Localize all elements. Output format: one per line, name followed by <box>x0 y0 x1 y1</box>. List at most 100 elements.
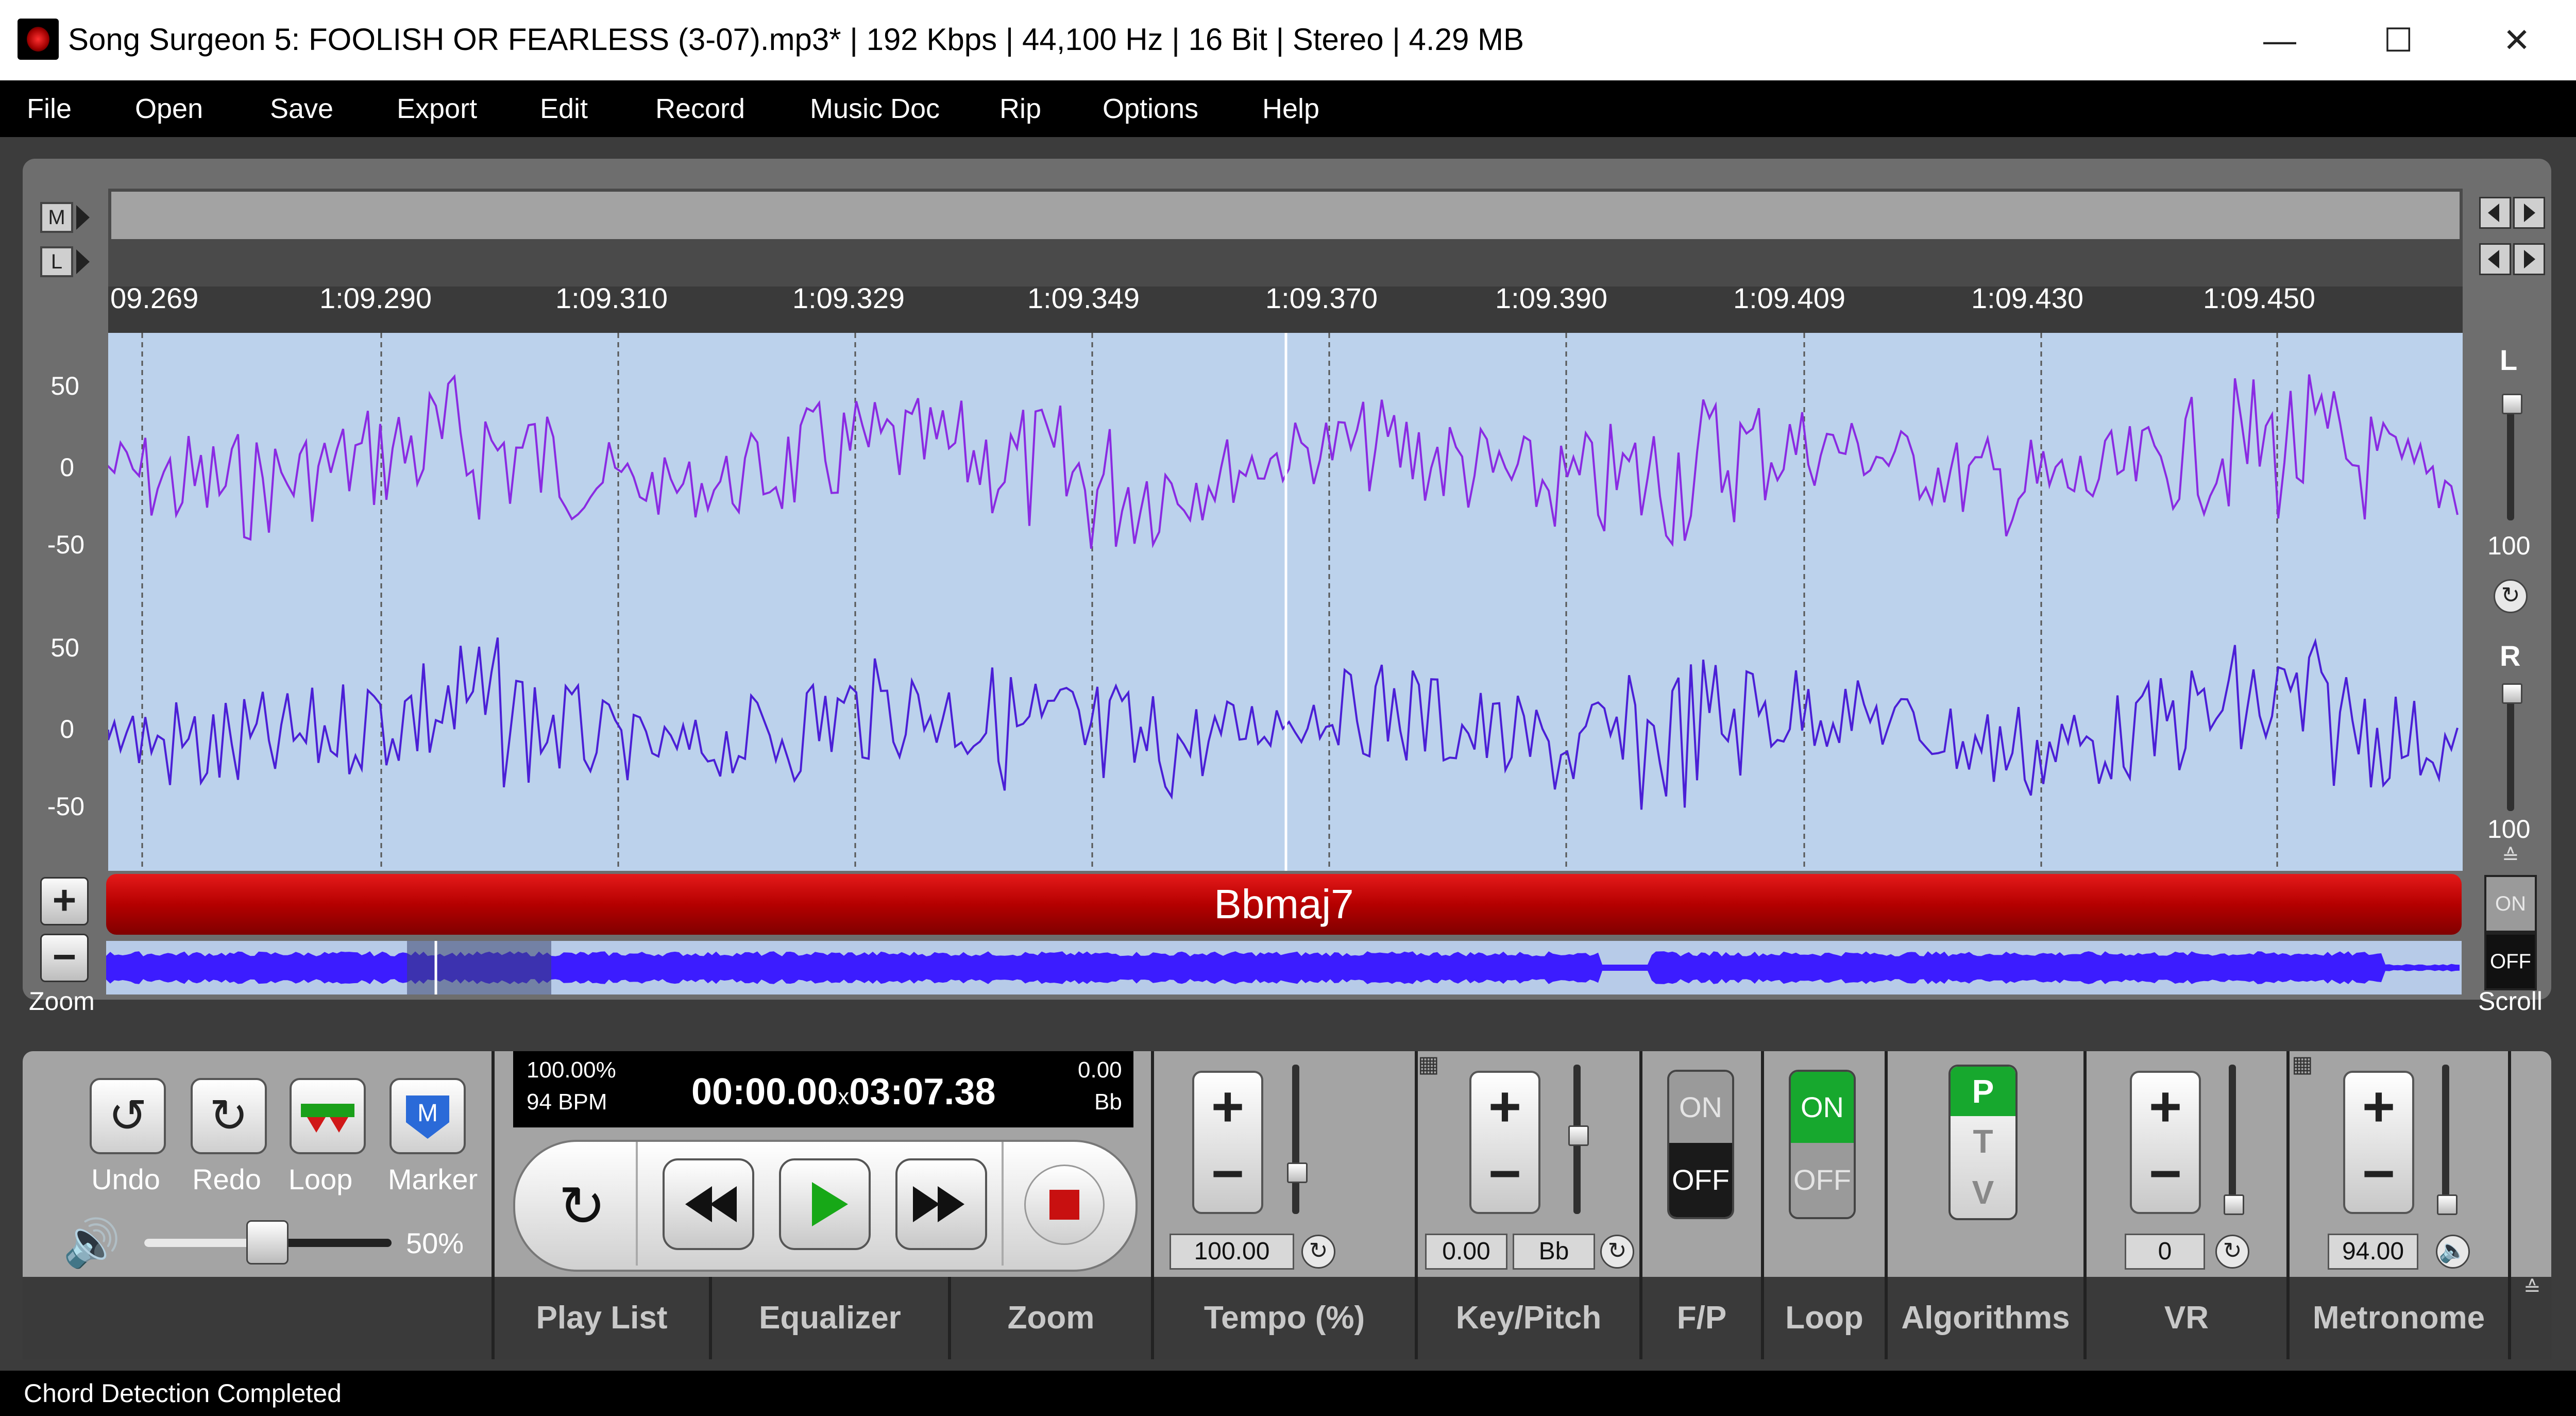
scroll-right-button[interactable] <box>2513 197 2545 229</box>
scroll-left-button[interactable] <box>2479 197 2511 229</box>
loop-toggle[interactable]: ON OFF <box>1789 1070 1856 1219</box>
song-overview[interactable] <box>106 941 2462 994</box>
metronome-slider-knob[interactable] <box>2437 1194 2458 1215</box>
tab-zoom[interactable]: Zoom <box>951 1277 1151 1359</box>
metronome-value[interactable]: 94.00 <box>2328 1234 2418 1270</box>
metronome-minus-icon[interactable]: − <box>2345 1141 2412 1206</box>
menu-save[interactable]: Save <box>270 80 333 137</box>
tab-fp[interactable]: F/P <box>1642 1277 1761 1359</box>
right-channel-slider-knob[interactable] <box>2502 683 2522 704</box>
vr-stepper[interactable]: + − <box>2130 1071 2201 1214</box>
marker-track[interactable] <box>108 189 2463 242</box>
menu-music-doc[interactable]: Music Doc <box>810 80 940 137</box>
menu-open[interactable]: Open <box>135 80 203 137</box>
vr-value[interactable]: 0 <box>2125 1234 2205 1270</box>
tab-tempo[interactable]: Tempo (%) <box>1154 1277 1415 1359</box>
loop-button[interactable] <box>290 1078 366 1154</box>
tab-loop[interactable]: Loop <box>1764 1277 1885 1359</box>
loop-track-button[interactable]: L <box>40 246 73 277</box>
waveform-graph[interactable] <box>108 333 2463 871</box>
menu-options[interactable]: Options <box>1103 80 1198 137</box>
zoom-in-button[interactable]: + <box>40 877 89 925</box>
key-reset-icon[interactable]: ↻ <box>1600 1235 1634 1269</box>
tempo-minus-icon[interactable]: − <box>1194 1141 1261 1206</box>
metronome-slider-track[interactable] <box>2442 1065 2449 1214</box>
pitch-value[interactable]: 0.00 <box>1425 1234 1507 1270</box>
vr-slider-track[interactable] <box>2229 1065 2236 1214</box>
metronome-link-icon[interactable]: ▦ <box>2292 1051 2313 1082</box>
total-duration: 03:07.38 <box>849 1071 996 1112</box>
tab-play-list[interactable]: Play List <box>495 1277 709 1359</box>
collapse-panel-icon[interactable]: ≙ <box>2523 1277 2544 1308</box>
menu-export[interactable]: Export <box>397 80 477 137</box>
loop-on[interactable]: ON <box>1791 1072 1854 1143</box>
metronome-stepper[interactable]: + − <box>2343 1071 2414 1214</box>
left-channel-label: L <box>2500 344 2518 376</box>
algorithm-t[interactable]: T <box>1951 1116 2015 1167</box>
channel-reset-icon[interactable]: ↻ <box>2494 579 2528 613</box>
vr-minus-icon[interactable]: − <box>2132 1141 2199 1206</box>
fast-forward-button[interactable] <box>895 1158 987 1250</box>
redo-button[interactable]: ↻ <box>191 1078 267 1154</box>
play-button[interactable] <box>779 1158 871 1250</box>
rewind-button[interactable] <box>663 1158 754 1250</box>
zoom-out-button[interactable]: − <box>40 934 89 982</box>
close-icon[interactable]: ✕ <box>2488 15 2545 65</box>
undo-button[interactable]: ↺ <box>90 1078 166 1154</box>
key-slider-knob[interactable] <box>1568 1125 1589 1146</box>
key-stepper[interactable]: + − <box>1469 1071 1540 1214</box>
menu-edit[interactable]: Edit <box>540 80 588 137</box>
menu-rip[interactable]: Rip <box>999 80 1041 137</box>
algorithm-v[interactable]: V <box>1951 1167 2015 1218</box>
algorithm-selector[interactable]: P T V <box>1948 1065 2018 1220</box>
fp-off[interactable]: OFF <box>1669 1143 1732 1217</box>
menu-help[interactable]: Help <box>1262 80 1319 137</box>
stop-button[interactable] <box>1024 1165 1105 1245</box>
tempo-reset-icon[interactable]: ↻ <box>1301 1235 1335 1269</box>
right-channel-label: R <box>2500 639 2521 672</box>
key-value[interactable]: Bb <box>1513 1234 1595 1270</box>
maximize-icon[interactable]: ☐ <box>2370 15 2427 65</box>
loop-right-button[interactable] <box>2513 243 2545 275</box>
marker-track-button[interactable]: M <box>40 202 73 233</box>
scroll-on-button[interactable]: ON <box>2484 875 2537 933</box>
marker-button[interactable]: M <box>389 1078 466 1154</box>
key-plus-icon[interactable]: + <box>1471 1074 1538 1139</box>
tempo-slider-knob[interactable] <box>1287 1162 1308 1183</box>
tab-key-pitch[interactable]: Key/Pitch <box>1418 1277 1639 1359</box>
right-channel-slider-track[interactable] <box>2507 687 2514 811</box>
overview-waveform[interactable] <box>106 941 2462 994</box>
left-channel-slider-knob[interactable] <box>2502 394 2522 414</box>
tempo-plus-icon[interactable]: + <box>1194 1074 1261 1139</box>
vr-reset-icon[interactable]: ↻ <box>2215 1235 2249 1269</box>
metronome-sound-icon[interactable]: 🔈 <box>2436 1235 2470 1269</box>
minimize-icon[interactable]: — <box>2251 15 2308 65</box>
scroll-off-button[interactable]: OFF <box>2484 933 2537 990</box>
tempo-value[interactable]: 100.00 <box>1170 1234 1294 1270</box>
menu-file[interactable]: File <box>27 80 72 137</box>
menu-record[interactable]: Record <box>655 80 745 137</box>
algorithm-p[interactable]: P <box>1951 1067 2015 1116</box>
tempo-slider-track[interactable] <box>1292 1065 1299 1214</box>
fp-on[interactable]: ON <box>1669 1072 1732 1143</box>
ruler-tick: 1:09.329 <box>792 282 905 314</box>
volume-slider-knob[interactable] <box>246 1220 289 1265</box>
key-minus-icon[interactable]: − <box>1471 1141 1538 1206</box>
expand-icon[interactable]: ≙ <box>2502 845 2522 868</box>
vr-slider-knob[interactable] <box>2224 1194 2244 1215</box>
loop-off[interactable]: OFF <box>1791 1143 1854 1217</box>
tab-algorithms[interactable]: Algorithms <box>1888 1277 2083 1359</box>
return-to-start-icon[interactable]: ↻ <box>541 1166 623 1248</box>
fp-toggle[interactable]: ON OFF <box>1667 1070 1734 1219</box>
tempo-stepper[interactable]: + − <box>1192 1071 1263 1214</box>
waveform-display[interactable] <box>108 333 2463 871</box>
vr-plus-icon[interactable]: + <box>2132 1074 2199 1139</box>
metronome-plus-icon[interactable]: + <box>2345 1074 2412 1139</box>
tab-equalizer[interactable]: Equalizer <box>712 1277 948 1359</box>
tab-metronome[interactable]: Metronome <box>2290 1277 2508 1359</box>
loop-left-button[interactable] <box>2479 243 2511 275</box>
volume-speaker-icon: 🔊 <box>63 1218 121 1269</box>
key-link-icon[interactable]: ▦ <box>1418 1051 1439 1082</box>
left-channel-slider-track[interactable] <box>2507 397 2514 520</box>
tab-vr[interactable]: VR <box>2087 1277 2286 1359</box>
